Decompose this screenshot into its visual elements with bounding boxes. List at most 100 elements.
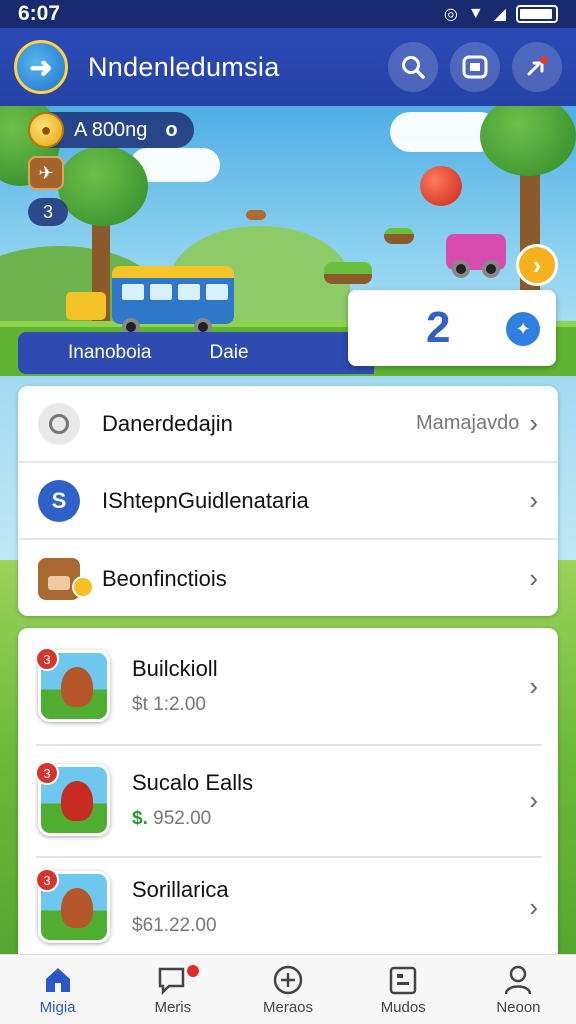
bottom-navigation: Migia Meris Meraos Mudos Neoon [0,954,576,1024]
menu-card: Danerdedajin Mamajavdo › S IShtepnGuidle… [18,386,558,616]
bird-badge-icon[interactable]: ✈ [28,156,64,190]
tree [480,106,576,176]
nav-label: Meraos [262,999,314,1016]
nav-label: Migia [39,999,76,1016]
notification-button[interactable] [512,42,562,92]
game-thumbnail: 3 [35,868,110,943]
game-thumbnail: 3 [35,647,110,722]
menu-item-label: Beonfinctiois [102,565,227,591]
game-hero [61,667,93,707]
game-thumbnail: 3 [35,761,110,836]
banner-tab[interactable]: Daie [209,342,248,364]
game-price: $61.22.00 [132,915,217,936]
status-bar: 6:07 ◎ ▼ ◢ [0,0,576,28]
game-price: $. 952.00 [132,808,529,830]
game-info: Builckioll $t 1:2.00 [132,656,529,716]
status-icons: ◎ ▼ ◢ [444,4,558,24]
game-badge: 3 [35,868,59,892]
game-name: Sucalo Ealls [132,770,254,795]
nav-item-create[interactable]: Meraos [230,955,345,1024]
nav-item-modules[interactable]: Mudos [346,955,461,1024]
price-symbol: $. [132,808,148,829]
chevron-right-icon: › [529,670,538,701]
s-icon: S [38,479,80,522]
menu-item[interactable]: Beonfinctiois › [18,540,558,616]
character-icon [38,557,94,600]
score-card[interactable]: 2 ✦ [348,290,556,366]
menu-item-value: Mamajavdo [415,412,520,434]
coin-counter[interactable]: ● A 800ng o [28,112,194,148]
clipboard-icon [389,966,417,995]
chevron-right-icon: › [529,563,538,593]
bus-window [150,284,172,300]
nav-item-profile[interactable]: Neoon [461,955,576,1024]
chevron-right-icon: › [529,408,538,438]
wifi-icon: ▼ [467,5,484,22]
platform [324,262,372,284]
notification-icon [527,56,548,76]
game-badge: 3 [35,761,59,785]
bus-window [206,284,228,300]
gallery-icon [462,55,488,79]
sparkle-icon: ✦ [506,312,540,346]
app-title: Nndenledumsia [88,51,280,82]
chevron-right-icon: › [529,485,538,515]
signal-icon: ◢ [493,6,506,23]
platform [384,228,414,244]
bus [112,266,234,336]
app-header: ➜ Nndenledumsia [0,28,576,106]
platform [246,210,266,220]
tree [58,146,148,226]
level-badge: 3 [28,198,68,226]
coin-extra: o [165,118,178,141]
search-button[interactable] [388,42,438,92]
wheel [452,260,470,278]
apple [420,166,462,206]
game-price: $t 1:2.00 [132,694,206,715]
home-icon [45,968,70,992]
menu-item[interactable]: Danerdedajin Mamajavdo › [18,386,558,463]
games-card: 3 Builckioll $t 1:2.00 › 3 Sucalo Ealls … [18,628,558,958]
game-item[interactable]: 3 Sucalo Ealls $. 952.00 › [18,744,558,856]
nav-item-home[interactable]: Migia [0,955,115,1024]
status-time: 6:07 [18,2,61,25]
bus-window [178,284,200,300]
vehicle [446,234,506,278]
nav-label: Neoon [496,999,541,1016]
chat-icon [158,967,185,996]
game-item[interactable]: 3 Builckioll $t 1:2.00 › [18,628,558,744]
next-arrow-button[interactable]: › [516,244,558,286]
nav-item-messages[interactable]: Meris [115,955,230,1024]
menu-item[interactable]: S IShtepnGuidlenataria › [18,463,558,540]
game-hero [61,888,93,928]
circle-icon [38,402,80,445]
game-hero [61,781,93,821]
notification-dot [185,963,202,979]
coin-icon [72,575,94,598]
yellow-cart [66,292,106,320]
menu-item-label: Danerdedajin [102,410,233,436]
chevron-right-icon: › [529,784,538,815]
game-name: Sorillarica [132,877,229,902]
price-amount: 952.00 [153,808,212,829]
chevron-right-icon: › [529,891,538,922]
nav-label: Mudos [380,999,426,1016]
game-item[interactable]: 3 Sorillarica $61.22.00 › [18,856,558,958]
app-logo[interactable]: ➜ [14,40,68,94]
game-info: Sorillarica $61.22.00 [132,877,529,937]
gallery-button[interactable] [450,42,500,92]
profile-icon [505,965,532,995]
banner-tab[interactable]: Inanoboia [68,342,151,364]
game-name: Builckioll [132,656,218,681]
plus-circle-icon [273,965,303,995]
menu-item-label: IShtepnGuidlenataria [102,487,309,513]
coin-icon: ● [28,112,64,148]
coin-amount: A 800ng [74,118,148,141]
battery-icon [516,5,558,23]
bus-window [122,284,144,300]
game-badge: 3 [35,647,59,671]
level-badge-count: 3 [42,201,53,222]
banner-tabs: Inanoboia Daie a [18,332,374,374]
search-icon [402,56,425,79]
game-info: Sucalo Ealls $. 952.00 [132,770,529,830]
